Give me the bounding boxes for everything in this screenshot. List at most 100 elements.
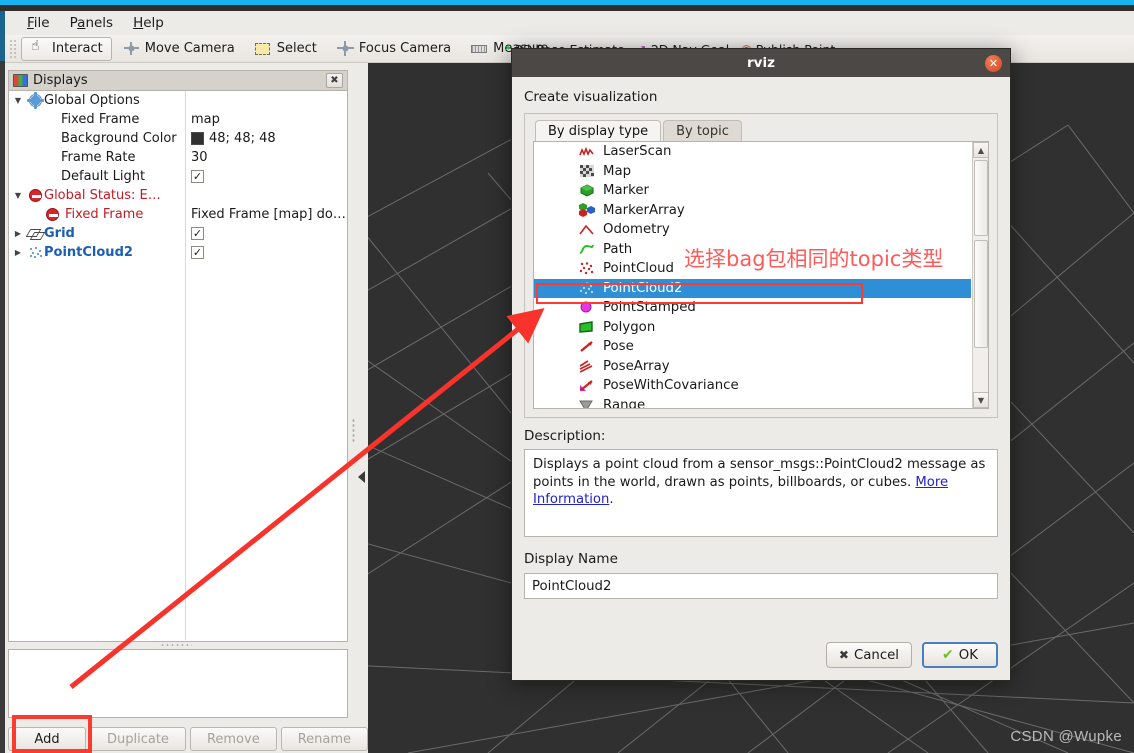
displays-panel-grip[interactable] [160,643,192,647]
tree-row-global-status[interactable]: ▼ Global Status: E… [9,186,347,205]
expander-down-icon[interactable]: ▼ [9,96,27,105]
dialog-titlebar[interactable]: rviz ✕ [512,49,1010,77]
pose-estimate-icon: ➚ [501,42,512,50]
expander-right-icon[interactable]: ▶ [9,229,27,238]
add-button-label: Add [34,731,60,747]
close-icon[interactable]: ✕ [985,55,1002,72]
tree-label: Global Status: E… [44,188,161,203]
tree-row-global-options[interactable]: ▼ Global Options [9,91,347,110]
close-icon[interactable]: ✖ [326,73,343,88]
check-icon: ✔ [942,647,954,663]
menu-panels[interactable]: Panels [60,13,123,33]
gear-icon [27,92,44,109]
scroll-down-arrow-icon[interactable]: ▼ [973,392,988,408]
description-box: Displays a point cloud from a sensor_msg… [524,449,998,537]
list-item[interactable]: Marker [534,181,971,201]
tree-row-grid[interactable]: ▶ Grid ✓ [9,224,347,243]
posewithcovariance-icon [578,379,595,392]
list-item[interactable]: Odometry [534,220,971,240]
tab-by-topic[interactable]: By topic [663,120,742,141]
csdn-watermark: CSDN @Wupke [1010,728,1122,745]
display-name-label: Display Name [524,551,618,567]
list-item[interactable]: Path [534,240,971,260]
tree-row-frame-rate[interactable]: Frame Rate 30 [9,148,347,167]
list-item[interactable]: PointStamped [534,298,971,318]
list-item[interactable]: Range [534,396,971,408]
tree-row-pointcloud2[interactable]: ▶ PointCloud2 ✓ [9,243,347,262]
tree-label: Default Light [61,169,146,184]
display-type-list[interactable]: LaserScan Map Marker MarkerArray Odometr… [533,141,989,409]
displays-panel: Displays ✖ ▼ Global Options Fixed Frame … [8,70,348,642]
tree-value-text: Fixed Frame [map] do… [191,207,346,222]
tree-label: Global Options [44,93,140,108]
splitter-grip[interactable] [352,418,355,444]
list-item-label: PoseArray [603,358,670,374]
ok-button[interactable]: ✔ OK [922,642,998,668]
cancel-button[interactable]: ✖ Cancel [825,642,912,668]
duplicate-button[interactable]: Duplicate [90,727,186,751]
displays-tree[interactable]: ▼ Global Options Fixed Frame map Backgro… [9,91,347,640]
scrollbar-thumb-upper[interactable] [974,160,988,236]
list-item[interactable]: PointCloud [534,259,971,279]
grid-enabled-checkbox[interactable]: ✓ [191,227,204,240]
remove-button[interactable]: Remove [189,727,277,751]
description-tail: . [609,492,614,507]
tree-value[interactable]: 48; 48; 48 [191,131,276,146]
tree-value[interactable]: 30 [191,150,208,165]
toolbar-move-camera-button[interactable]: Move Camera [114,37,244,61]
toolbar-move-camera-label: Move Camera [144,41,235,56]
displays-button-row: Add Duplicate Remove Rename [8,727,369,751]
tree-value[interactable]: ✓ [191,227,204,240]
list-item-label: Map [603,163,632,179]
list-item[interactable]: PoseWithCovariance [534,376,971,396]
tree-row-background-color[interactable]: Background Color 48; 48; 48 [9,129,347,148]
list-item[interactable]: LaserScan [534,142,971,162]
cancel-button-label: Cancel [853,647,899,663]
expander-down-icon[interactable]: ▼ [9,191,27,200]
list-item[interactable]: PoseArray [534,357,971,377]
panel-splitter[interactable] [348,63,368,753]
tree-row-default-light[interactable]: Default Light ✓ [9,167,347,186]
displays-properties-box[interactable] [8,649,348,718]
error-icon [27,189,44,202]
list-item[interactable]: Map [534,162,971,182]
display-type-tabgroup: By display type By topic LaserScan Map M… [524,113,998,418]
toolbar-select-button[interactable]: Select [246,37,326,61]
tree-label: Background Color [61,131,177,146]
rename-button-label: Rename [297,731,352,747]
dialog-heading: Create visualization [524,89,658,105]
toolbar-focus-camera-button[interactable]: Focus Camera [328,37,460,61]
toolbar-interact-button[interactable]: Interact [21,36,112,61]
tree-row-fixed-frame-status[interactable]: Fixed Frame Fixed Frame [map] do… [9,205,347,224]
list-item[interactable]: Pose [534,337,971,357]
add-button[interactable]: Add [8,727,86,751]
pointcloud-icon [578,262,595,275]
list-item-label: PoseWithCovariance [603,378,739,394]
window-left-edge [0,11,5,753]
default-light-checkbox[interactable]: ✓ [191,170,204,183]
list-item[interactable]: Polygon [534,318,971,338]
list-item[interactable]: MarkerArray [534,201,971,221]
scrollbar-thumb[interactable] [974,240,988,348]
pointcloud2-icon [27,246,44,259]
toolbar-grip[interactable] [9,38,18,59]
scroll-up-arrow-icon[interactable]: ▲ [973,142,988,158]
tree-value[interactable]: ✓ [191,246,204,259]
displays-icon [13,74,28,87]
pointcloud2-enabled-checkbox[interactable]: ✓ [191,246,204,259]
expander-right-icon[interactable]: ▶ [9,248,27,257]
tab-by-display-type-label: By display type [548,124,649,139]
menu-file[interactable]: File [17,13,60,33]
menu-help[interactable]: Help [123,13,174,33]
tree-row-fixed-frame[interactable]: Fixed Frame map [9,110,347,129]
tree-value[interactable]: map [191,112,220,127]
collapse-left-arrow-icon[interactable] [358,471,365,483]
display-name-input[interactable]: PointCloud2 [524,573,998,599]
rename-button[interactable]: Rename [280,727,369,751]
list-item-pointcloud2-selected[interactable]: PointCloud2 [534,278,971,298]
dialog-body: Create visualization By display type By … [512,77,1010,599]
tree-value[interactable]: ✓ [191,170,204,183]
list-scrollbar[interactable]: ▲ ▼ [972,142,988,408]
tab-by-display-type[interactable]: By display type [535,120,662,141]
list-item-label: Path [603,241,633,257]
